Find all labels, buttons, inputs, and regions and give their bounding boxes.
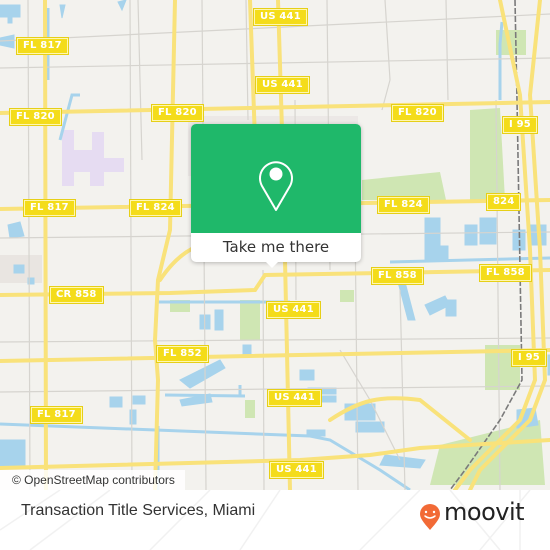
road-shield: FL 824 <box>377 196 430 214</box>
road-shield: FL 817 <box>23 199 76 217</box>
road-shield: FL 817 <box>16 37 69 55</box>
road-shield: US 441 <box>269 461 324 479</box>
road-shield: US 441 <box>255 76 310 94</box>
road-shield: FL 858 <box>371 267 424 285</box>
location-popup[interactable]: Take me there <box>191 124 361 268</box>
map[interactable]: US 441 FL 817 US 441 FL 820 FL 820 FL 82… <box>0 0 550 490</box>
railway <box>449 0 523 490</box>
road-shield: FL 817 <box>30 406 83 424</box>
popup-header[interactable] <box>191 124 361 233</box>
popup-pointer <box>265 261 279 268</box>
road-shield: I 95 <box>502 116 538 134</box>
footer: Transaction Title Services, Miami moovit <box>0 490 550 550</box>
map-pin-icon <box>259 161 293 211</box>
road-shield: FL 820 <box>9 108 62 126</box>
place-name: Transaction Title Services, Miami <box>21 502 256 519</box>
road-shield: I 95 <box>511 349 547 367</box>
moovit-wordmark: moovit <box>444 498 525 526</box>
road-shield: FL 820 <box>151 104 204 122</box>
take-me-there-button[interactable]: Take me there <box>191 233 361 262</box>
road-shield: FL 852 <box>156 345 209 363</box>
road-shield: US 441 <box>253 8 308 26</box>
road-shield: 824 <box>485 193 522 211</box>
map-attribution[interactable]: © OpenStreetMap contributors <box>0 470 185 490</box>
road-shield: CR 858 <box>49 286 104 304</box>
road-shield: FL 820 <box>391 104 444 122</box>
road-shield: FL 858 <box>479 264 532 282</box>
road-shield: US 441 <box>266 301 321 319</box>
road-shield: US 441 <box>267 389 322 407</box>
moovit-pin-icon <box>420 504 440 530</box>
road-shield: FL 824 <box>129 199 182 217</box>
